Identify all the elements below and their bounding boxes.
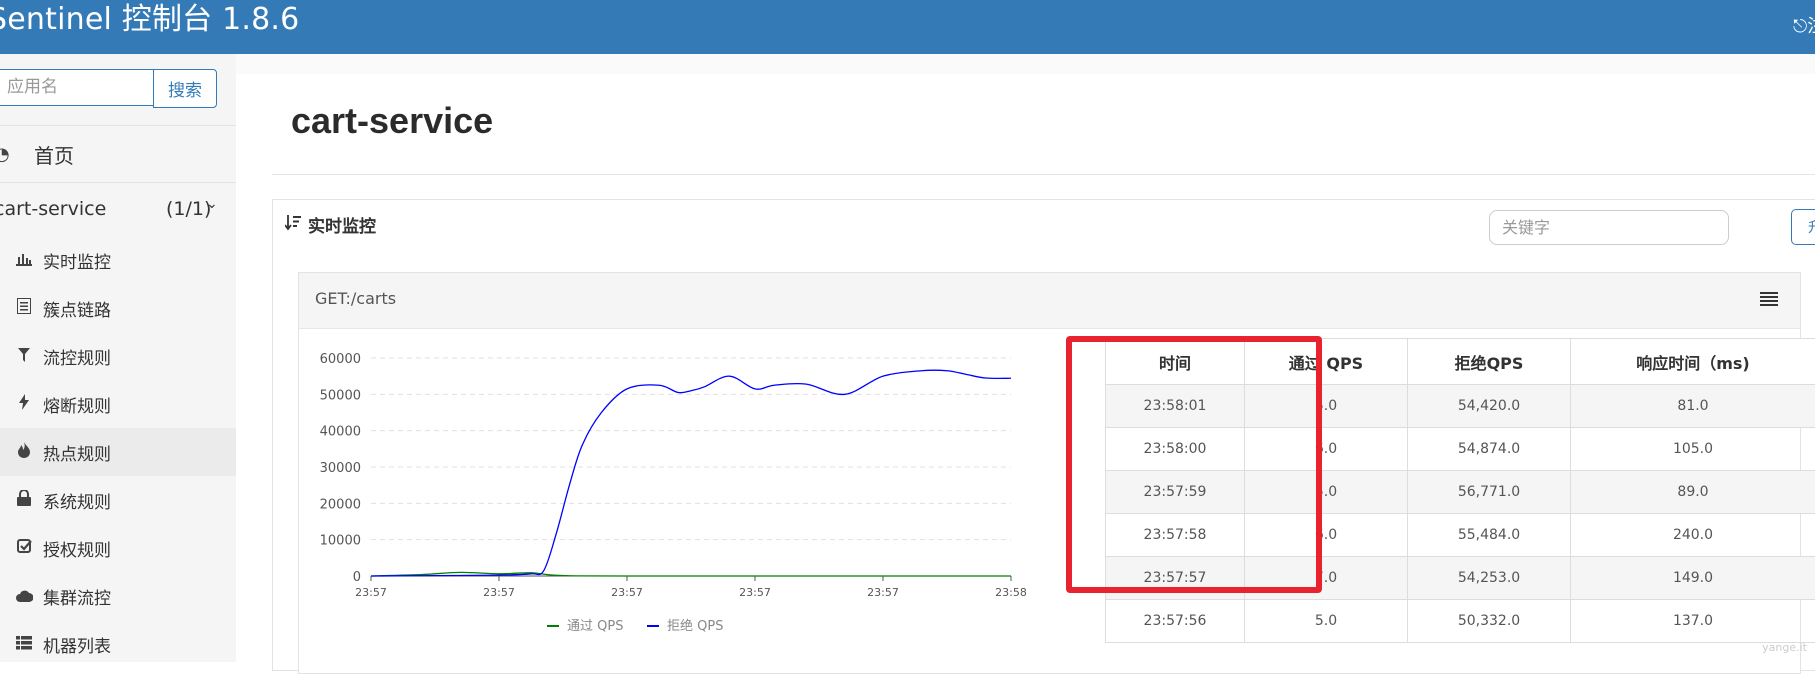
highlight-box [1066,336,1322,593]
sidebar-item-realtime-monitor[interactable]: 实时监控 [0,236,236,284]
legend-label: 拒绝 QPS [667,618,723,634]
chevron-down-icon[interactable]: ⌄ [206,196,218,212]
sidebar-item-machine-list[interactable]: 机器列表 [0,620,236,668]
lock-icon [14,490,34,510]
sidebar-item-label: 热点规则 [43,440,111,465]
th-list-icon [14,635,34,654]
sidebar-item-system-rules[interactable]: 系统规则 [0,476,236,524]
legend-label: 通过 QPS [567,619,623,634]
y-tick-label: 10000 [320,534,361,549]
list-alt-icon [14,298,34,318]
sidebar: 应用名 搜索 ◔ 首页 cart-service (1/1) ⌄ 实时监控 簇点… [0,54,236,662]
x-tick-label: 23:57 [739,586,771,599]
sidebar-item-label: 流控规则 [43,344,111,369]
y-tick-label: 40000 [320,425,361,440]
cell-time: 23:57:56 [1106,600,1245,643]
cell-block-qps: 54,253.0 [1408,557,1571,600]
y-tick-label: 50000 [320,388,361,403]
resource-card: GET:/carts 0 10000 20000 30000 40000 50000 600… [298,272,1801,674]
x-tick-label: 23:57 [867,586,899,599]
sidebar-item-label: 簇点链路 [43,296,111,321]
sidebar-item-label: 实时监控 [43,248,111,273]
sidebar-item-label: 首页 [34,140,74,169]
y-tick-label: 0 [353,570,361,585]
resource-card-header: GET:/carts [299,273,1800,329]
flash-icon [14,394,34,414]
sidebar-app-cart-service[interactable]: cart-service (1/1) ⌄ [0,182,236,236]
sidebar-item-cluster-flow[interactable]: 集群流控 [0,572,236,620]
cell-block-qps: 50,332.0 [1408,600,1571,643]
logout-label: 注 [1807,16,1815,37]
cell-rt: 89.0 [1571,471,1815,514]
sidebar-item-authority-rules[interactable]: 授权规则 [0,524,236,572]
sort-order-button[interactable]: 升序 [1791,209,1815,245]
sidebar-item-label: 集群流控 [43,584,111,609]
y-tick-label: 20000 [320,497,361,512]
panel-title-label: 实时监控 [308,212,376,237]
dashboard-icon: ◔ [0,144,16,165]
menu-icon[interactable] [1760,287,1778,311]
sidebar-item-label: 机器列表 [43,632,111,657]
sidebar-item-home[interactable]: ◔ 首页 [0,126,236,182]
x-tick-label: 23:57 [611,586,643,599]
top-navbar: Sentinel 控制台 1.8.6 ⎋注 [0,0,1815,54]
divider [272,174,1815,175]
column-header-rt: 响应时间（ms) [1571,339,1815,385]
chart-svg: 0 10000 20000 30000 40000 50000 60000 23:57 23:5… [299,328,1059,658]
sidebar-item-cluster-link[interactable]: 簇点链路 [0,284,236,332]
cell-rt: 240.0 [1571,514,1815,557]
filter-icon [14,347,34,366]
app-title[interactable]: Sentinel 控制台 1.8.6 [0,0,299,40]
y-tick-label: 60000 [320,352,361,367]
x-tick-label: 23:57 [355,586,387,599]
column-header-block-qps: 拒绝QPS [1408,339,1571,385]
sort-amount-icon [285,215,301,235]
sidebar-item-degrade-rules[interactable]: 熔断规则 [0,380,236,428]
main-content: cart-service 实时监控 关键字 升序 GET:/carts [236,54,1815,662]
sidebar-item-label: 授权规则 [43,536,111,561]
keyword-search-input[interactable]: 关键字 [1489,210,1729,245]
bar-chart-icon [14,251,34,270]
search-button[interactable]: 搜索 [153,69,217,108]
cell-block-qps: 54,420.0 [1408,385,1571,428]
x-tick-label: 23:57 [483,586,515,599]
app-name: cart-service [0,198,106,220]
cell-block-qps: 56,771.0 [1408,471,1571,514]
sidebar-item-flow-rules[interactable]: 流控规则 [0,332,236,380]
qps-line-chart: 0 10000 20000 30000 40000 50000 60000 23:57 23:5… [299,328,1059,658]
cell-block-qps: 55,484.0 [1408,514,1571,557]
sidebar-item-param-flow-rules[interactable]: 热点规则 [0,428,236,476]
check-icon [14,539,34,558]
y-tick-label: 30000 [320,461,361,476]
panel-title: 实时监控 [285,212,376,237]
resource-name: GET:/carts [315,289,396,308]
content-area: cart-service 实时监控 关键字 升序 GET:/carts [236,74,1815,662]
cell-rt: 105.0 [1571,428,1815,471]
cell-rt: 137.0 [1571,600,1815,643]
cloud-icon [14,587,34,606]
x-tick-label: 23:58 [995,586,1027,599]
sidebar-item-label: 熔断规则 [43,392,111,417]
sign-out-icon: ⎋ [1793,16,1807,37]
machine-count: (1/1) [166,198,211,220]
watermark: yange.it [1762,641,1807,654]
series-line-block-qps [371,370,1011,576]
table-row: 23:57:56 5.0 50,332.0 137.0 [1106,600,1815,643]
cell-block-qps: 54,874.0 [1408,428,1571,471]
fire-icon [14,442,34,462]
cell-rt: 81.0 [1571,385,1815,428]
logout-link[interactable]: ⎋注 [1793,12,1815,38]
page-title: cart-service [291,100,493,142]
realtime-monitor-panel: 实时监控 关键字 升序 GET:/carts 0 10000 20000 30000 4… [272,199,1815,671]
cell-rt: 149.0 [1571,557,1815,600]
app-search: 应用名 搜索 [0,69,218,108]
cell-pass-qps: 5.0 [1245,600,1408,643]
app-search-input[interactable]: 应用名 [0,69,153,106]
sidebar-item-label: 系统规则 [43,488,111,513]
